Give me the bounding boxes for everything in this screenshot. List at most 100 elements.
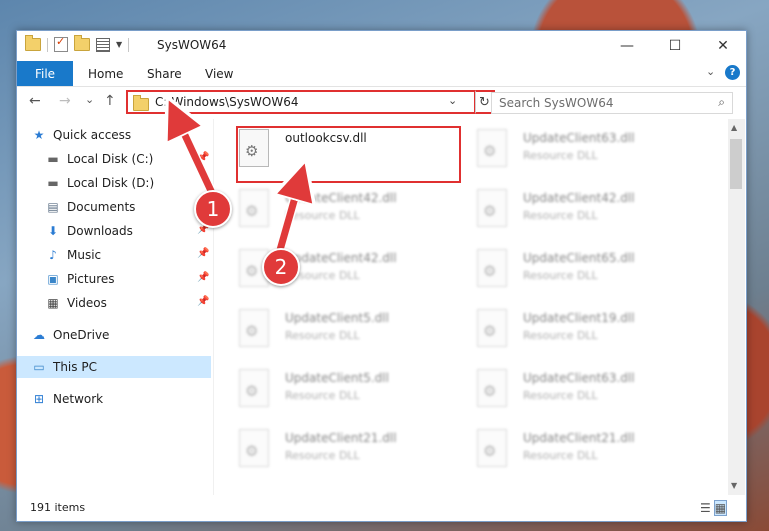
file-type: Resource DLL — [285, 209, 360, 222]
file-type: Resource DLL — [523, 209, 598, 222]
file-name: UpdateClient65.dll — [523, 251, 635, 265]
sidebar-item-local-disk-d[interactable]: ▬ Local Disk (D:) — [45, 172, 211, 194]
sidebar-item-downloads[interactable]: ⬇ Downloads — [45, 220, 211, 242]
videos-icon: ▦ — [47, 296, 59, 310]
pin-icon[interactable]: 📌 — [197, 248, 209, 259]
file-item[interactable]: UpdateClient63.dll Resource DLL — [455, 123, 685, 181]
sidebar-item-label: Network — [53, 392, 104, 406]
sidebar-item-label: This PC — [53, 360, 97, 374]
highlight-box-selected-file — [236, 126, 461, 183]
dll-file-icon — [477, 429, 507, 467]
quick-access-toolbar: ▼ — [25, 35, 130, 52]
folder-icon — [133, 95, 149, 111]
address-dropdown-chevron-icon[interactable]: ⌄ — [448, 94, 457, 107]
file-name: UpdateClient42.dll — [523, 191, 635, 205]
cloud-icon: ☁ — [33, 328, 45, 342]
file-name: UpdateClient63.dll — [523, 371, 635, 385]
file-type: Resource DLL — [285, 329, 360, 342]
divider — [47, 37, 48, 52]
sidebar-item-pictures[interactable]: ▣ Pictures — [45, 268, 211, 290]
sidebar-item-videos[interactable]: ▦ Videos — [45, 292, 211, 314]
minimize-button[interactable]: — — [604, 31, 650, 61]
drive-icon: ▬ — [47, 152, 59, 166]
file-type: Resource DLL — [285, 449, 360, 462]
pin-icon[interactable]: 📌 — [197, 272, 209, 283]
file-item[interactable]: UpdateClient42.dll Resource DLL — [217, 183, 447, 241]
scrollbar-thumb[interactable] — [730, 139, 742, 189]
file-type: Resource DLL — [523, 329, 598, 342]
properties-check-icon[interactable] — [54, 35, 68, 52]
scroll-down-arrow-icon[interactable]: ▼ — [731, 481, 737, 490]
close-button[interactable]: ✕ — [700, 31, 746, 61]
file-item[interactable]: UpdateClient5.dll Resource DLL — [217, 363, 447, 421]
step-1-badge: 1 — [194, 190, 232, 228]
sidebar-item-label: Pictures — [67, 272, 115, 286]
help-icon[interactable]: ? — [725, 65, 740, 80]
file-item[interactable]: UpdateClient65.dll Resource DLL — [455, 243, 685, 301]
address-row: ← → ⌄ ↑ C:\Windows\SysWOW64 ⌄ ↻ Search S… — [17, 87, 746, 119]
tab-home[interactable]: Home — [88, 61, 123, 86]
network-icon: ⊞ — [33, 392, 45, 406]
tiles-view-icon[interactable]: ▦ — [713, 500, 728, 516]
tab-file[interactable]: File — [17, 61, 73, 86]
customize-toolbar-dropdown-icon[interactable]: ▼ — [116, 40, 122, 49]
sidebar-item-label: OneDrive — [53, 328, 110, 342]
sidebar-item-quick-access[interactable]: ★ Quick access — [31, 124, 225, 146]
file-item[interactable]: UpdateClient21.dll Resource DLL — [455, 423, 685, 481]
pin-icon[interactable]: 📌 — [197, 296, 209, 307]
sidebar-item-onedrive[interactable]: ☁ OneDrive — [31, 324, 211, 346]
scroll-up-arrow-icon[interactable]: ▲ — [731, 123, 737, 132]
search-box[interactable]: Search SysWOW64 ⌕ — [491, 92, 733, 114]
navigation-pane: ★ Quick access ▬ Local Disk (C:) 📌 ▬ Loc… — [17, 124, 213, 494]
pane-divider[interactable] — [213, 119, 214, 495]
dll-file-icon — [477, 129, 507, 167]
file-item[interactable]: UpdateClient63.dll Resource DLL — [455, 363, 685, 421]
step-2-badge: 2 — [262, 248, 300, 286]
file-name: UpdateClient5.dll — [285, 311, 389, 325]
drive-icon: ▬ — [47, 176, 59, 190]
sidebar-item-local-disk-c[interactable]: ▬ Local Disk (C:) — [45, 148, 211, 170]
dll-file-icon — [477, 369, 507, 407]
search-input[interactable]: Search SysWOW64 — [499, 96, 613, 110]
file-item[interactable]: UpdateClient21.dll Resource DLL — [217, 423, 447, 481]
dll-file-icon — [239, 429, 269, 467]
sidebar-item-label: Videos — [67, 296, 107, 310]
sidebar-item-this-pc[interactable]: ▭ This PC — [17, 356, 211, 378]
file-name: UpdateClient42.dll — [285, 191, 397, 205]
file-item[interactable]: UpdateClient42.dll Resource DLL — [455, 183, 685, 241]
recent-locations-chevron-icon[interactable]: ⌄ — [85, 93, 94, 106]
tab-share[interactable]: Share — [147, 61, 182, 86]
file-type: Resource DLL — [523, 149, 598, 162]
divider — [128, 37, 130, 52]
documents-icon: ▤ — [47, 200, 59, 214]
status-bar: 191 items ☰ ▦ — [17, 497, 746, 521]
title-bar: ▼ SysWOW64 — ☐ ✕ — [17, 31, 746, 61]
file-name: UpdateClient63.dll — [523, 131, 635, 145]
file-item[interactable]: UpdateClient5.dll Resource DLL — [217, 303, 447, 361]
ribbon-collapse-chevron-down-icon[interactable]: ⌄ — [706, 65, 715, 78]
dll-file-icon — [477, 309, 507, 347]
search-icon[interactable]: ⌕ — [718, 95, 725, 110]
address-path[interactable]: C:\Windows\SysWOW64 — [155, 95, 299, 109]
address-bar[interactable]: C:\Windows\SysWOW64 ⌄ — [126, 90, 476, 114]
maximize-button[interactable]: ☐ — [652, 31, 698, 61]
vertical-scrollbar[interactable]: ▲ ▼ — [728, 119, 745, 495]
forward-arrow-icon[interactable]: → — [59, 93, 71, 109]
new-folder-icon[interactable] — [74, 35, 90, 51]
file-item[interactable]: UpdateClient19.dll Resource DLL — [455, 303, 685, 361]
sidebar-item-music[interactable]: ♪ Music — [45, 244, 211, 266]
properties-icon[interactable] — [96, 37, 110, 52]
up-arrow-icon[interactable]: ↑ — [104, 93, 116, 109]
dll-file-icon — [239, 309, 269, 347]
sidebar-item-network[interactable]: ⊞ Network — [31, 388, 211, 410]
download-arrow-icon: ⬇ — [47, 224, 59, 238]
file-name: UpdateClient21.dll — [523, 431, 635, 445]
sidebar-item-label: Downloads — [67, 224, 133, 238]
file-item[interactable]: UpdateClient42.dll Resource DLL — [217, 243, 447, 301]
pin-icon[interactable]: 📌 — [197, 152, 209, 163]
details-view-icon[interactable]: ☰ — [700, 501, 711, 515]
tab-view[interactable]: View — [205, 61, 233, 86]
back-arrow-icon[interactable]: ← — [29, 93, 41, 109]
sidebar-item-documents[interactable]: ▤ Documents — [45, 196, 211, 218]
dll-file-icon — [239, 369, 269, 407]
